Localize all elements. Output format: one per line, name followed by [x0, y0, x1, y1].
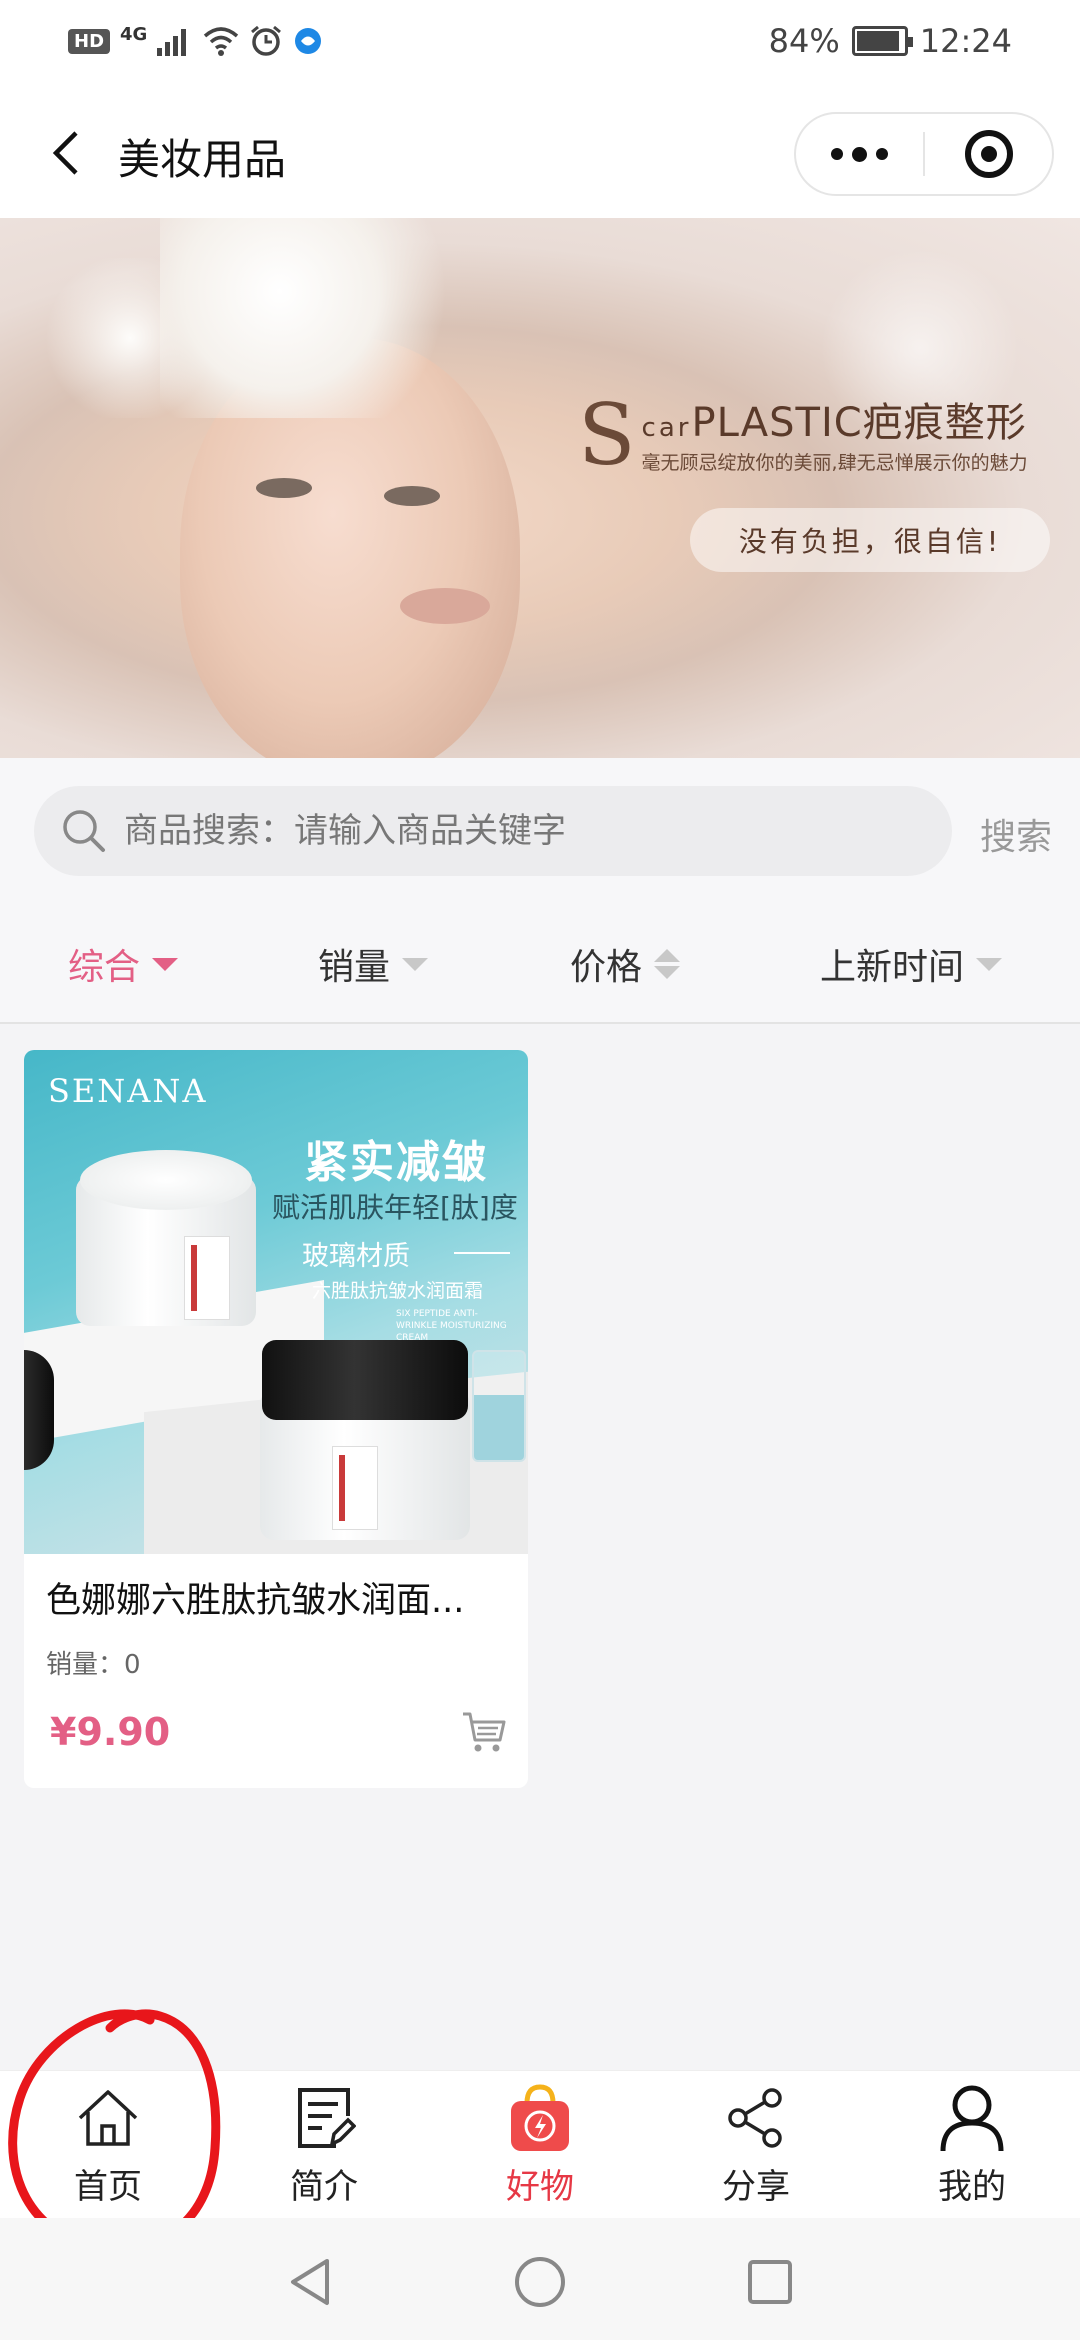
shopping-bag-icon [511, 2084, 569, 2151]
sort-sales[interactable]: 销量 [318, 938, 429, 990]
alarm-icon [251, 25, 282, 56]
signal-icon [157, 29, 187, 56]
system-recents-button[interactable] [742, 2254, 798, 2310]
close-miniprogram-button[interactable] [925, 114, 1052, 194]
home-icon [78, 2090, 138, 2146]
flower-decoration [160, 218, 460, 418]
system-home-button[interactable] [512, 2254, 568, 2310]
target-icon [964, 130, 1013, 178]
tab-share[interactable]: 分享 [648, 2083, 864, 2215]
caret-down-icon [402, 957, 429, 971]
page-title: 美妆用品 [118, 135, 287, 184]
search-box[interactable] [34, 786, 952, 876]
clock: 12:24 [919, 22, 1012, 60]
more-menu-button[interactable] [796, 114, 923, 194]
product-sales: 销量：0 [46, 1650, 141, 1680]
product-image-desc: 六胜肽抗皱水润面霜 [312, 1280, 484, 1302]
sort-price[interactable]: 价格 [570, 938, 681, 990]
search-section: 搜索 [0, 758, 1080, 906]
back-icon[interactable] [40, 128, 90, 178]
wifi-icon [204, 27, 239, 56]
product-image-title: 紧实减皱 [304, 1137, 488, 1188]
system-nav-bar [0, 2218, 1080, 2340]
caret-down-icon [152, 957, 179, 971]
product-image-material: 玻璃材质 [302, 1241, 410, 1272]
sort-up-down-icon [654, 949, 681, 979]
status-bar: HD 4G 84% 12:24 [0, 0, 1080, 90]
app-notification-icon [295, 28, 322, 54]
system-back-button[interactable] [282, 2254, 338, 2310]
product-image-subtitle: 赋活肌肤年轻[肽]度 [272, 1191, 518, 1224]
triangle-back-icon [291, 2259, 329, 2305]
banner-brand: S carPLASTIC疤痕整形 毫无顾忌绽放你的美丽,肆无忌惮展示你的魅力 [578, 386, 1028, 484]
sort-bar: 综合 销量 价格 上新时间 [0, 906, 1080, 1024]
status-right: 84% 12:24 [769, 22, 1012, 60]
tab-home[interactable]: 首页 [0, 2083, 216, 2215]
nav-bar: 美妆用品 [0, 90, 1080, 218]
document-edit-icon [298, 2088, 356, 2148]
sort-comprehensive[interactable]: 综合 [68, 938, 179, 990]
search-button[interactable]: 搜索 [980, 808, 1052, 860]
product-image[interactable]: SENANA 紧实减皱 赋活肌肤年轻[肽]度 玻璃材质 六胜肽抗皱水润面霜 SI… [24, 1050, 528, 1554]
tab-goods-label: 好物 [506, 2167, 574, 2207]
product-image-brand: SENANA [48, 1072, 208, 1110]
network-label: 4G [120, 23, 148, 45]
product-name[interactable]: 色娜娜六胜肽抗皱水润面... [46, 1572, 516, 1623]
tab-home-label: 首页 [74, 2167, 142, 2207]
status-left: HD 4G [68, 24, 323, 58]
tab-mine-label: 我的 [938, 2167, 1006, 2207]
tab-mine[interactable]: 我的 [864, 2083, 1080, 2215]
tab-share-label: 分享 [722, 2167, 790, 2207]
tab-intro-label: 简介 [290, 2167, 358, 2207]
tab-goods[interactable]: 好物 [432, 2083, 648, 2215]
product-image-desc-en: SIX PEPTIDE ANTI-WRINKLE MOISTURIZING CR… [396, 1309, 507, 1343]
promo-banner[interactable]: S carPLASTIC疤痕整形 毫无顾忌绽放你的美丽,肆无忌惮展示你的魅力 没… [0, 218, 1080, 758]
user-icon [940, 2085, 1004, 2152]
battery-icon [851, 26, 913, 56]
beaker-image [472, 1350, 526, 1462]
mini-program-capsule [794, 112, 1054, 196]
tab-bar: 首页 简介 好物 分享 我的 [0, 2070, 1080, 2218]
circle-home-icon [515, 2257, 565, 2307]
banner-tagline: 没有负担，很自信! [690, 508, 1050, 572]
tab-intro[interactable]: 简介 [216, 2083, 432, 2215]
hd-badge: HD [68, 28, 111, 54]
battery-percent: 84% [768, 22, 840, 60]
square-recents-icon [748, 2260, 792, 2304]
search-input[interactable] [124, 811, 924, 851]
product-price: ¥9.90 [50, 1710, 171, 1754]
product-card[interactable]: SENANA 紧实减皱 赋活肌肤年轻[肽]度 玻璃材质 六胜肽抗皱水润面霜 SI… [24, 1050, 528, 1788]
caret-down-icon [976, 957, 1003, 971]
cart-icon[interactable] [460, 1708, 508, 1756]
share-icon [728, 2088, 782, 2148]
sort-newest[interactable]: 上新时间 [820, 938, 1003, 990]
search-icon [63, 810, 105, 852]
